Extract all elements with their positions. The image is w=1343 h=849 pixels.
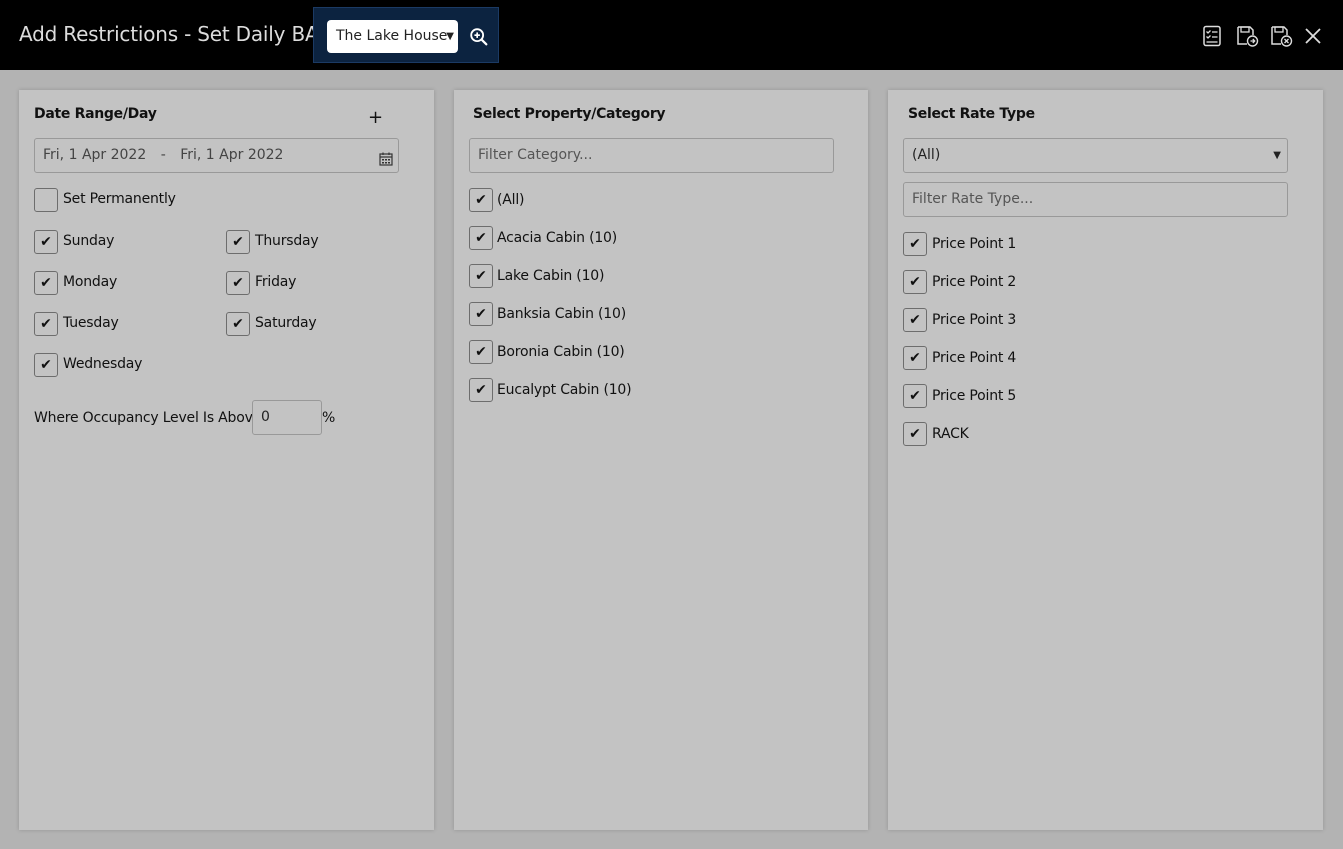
tuesday-checkbox[interactable]: ✔ (34, 312, 58, 336)
wednesday-label: Wednesday (63, 356, 143, 372)
date-range-title: Date Range/Day (34, 106, 157, 122)
thursday-checkbox[interactable]: ✔ (226, 230, 250, 254)
category-item-label: Banksia Cabin (10) (497, 306, 626, 322)
set-permanently-label: Set Permanently (63, 191, 176, 207)
category-title: Select Property/Category (473, 106, 666, 122)
rate-type-select-value: (All) (912, 147, 941, 163)
category-item-label: Boronia Cabin (10) (497, 344, 625, 360)
save-close-icon[interactable] (1269, 24, 1293, 48)
date-from: Fri, 1 Apr 2022 (43, 147, 147, 163)
header-bar: Add Restrictions - Set Daily BAR The Lak… (0, 0, 1343, 70)
category-all-checkbox[interactable]: ✔ (469, 188, 493, 212)
checklist-icon[interactable] (1200, 24, 1224, 48)
property-selector-box: The Lake House ▼ (313, 7, 499, 63)
chevron-down-icon: ▼ (446, 31, 454, 42)
category-item-label: (All) (497, 192, 525, 208)
rate-price-point-3-checkbox[interactable]: ✔ (903, 308, 927, 332)
search-plus-icon[interactable] (468, 26, 490, 48)
monday-label: Monday (63, 274, 118, 290)
rate-item-label: Price Point 5 (932, 388, 1017, 404)
date-to: Fri, 1 Apr 2022 (180, 147, 284, 163)
date-separator: - (160, 147, 166, 163)
rate-item-label: RACK (932, 426, 969, 442)
save-forward-icon[interactable] (1235, 24, 1259, 48)
rate-rack-checkbox[interactable]: ✔ (903, 422, 927, 446)
add-date-range-button[interactable]: + (368, 108, 383, 128)
rate-price-point-4-checkbox[interactable]: ✔ (903, 346, 927, 370)
page-title: Add Restrictions - Set Daily BAR (19, 22, 333, 46)
rate-item-label: Price Point 1 (932, 236, 1017, 252)
close-icon[interactable] (1301, 24, 1325, 48)
saturday-checkbox[interactable]: ✔ (226, 312, 250, 336)
category-panel: Select Property/Category Filter Category… (454, 90, 868, 830)
category-item-label: Acacia Cabin (10) (497, 230, 618, 246)
category-lake-checkbox[interactable]: ✔ (469, 264, 493, 288)
rate-price-point-5-checkbox[interactable]: ✔ (903, 384, 927, 408)
date-range-panel: Date Range/Day + Fri, 1 Apr 2022 - Fri, … (19, 90, 434, 830)
saturday-label: Saturday (255, 315, 317, 331)
set-permanently-checkbox[interactable] (34, 188, 58, 212)
occupancy-label: Where Occupancy Level Is Above (34, 410, 262, 426)
property-select[interactable]: The Lake House ▼ (327, 20, 458, 53)
occupancy-input[interactable]: 0 (252, 400, 322, 435)
category-item-label: Lake Cabin (10) (497, 268, 605, 284)
category-filter-input[interactable]: Filter Category... (469, 138, 834, 173)
friday-checkbox[interactable]: ✔ (226, 271, 250, 295)
rate-type-select[interactable]: (All) ▼ (903, 138, 1288, 173)
date-range-field[interactable]: Fri, 1 Apr 2022 - Fri, 1 Apr 2022 (34, 138, 399, 173)
friday-label: Friday (255, 274, 297, 290)
calendar-icon[interactable] (378, 147, 394, 166)
category-eucalypt-checkbox[interactable]: ✔ (469, 378, 493, 402)
sunday-checkbox[interactable]: ✔ (34, 230, 58, 254)
chevron-down-icon: ▼ (1273, 150, 1281, 161)
category-banksia-checkbox[interactable]: ✔ (469, 302, 493, 326)
rate-price-point-1-checkbox[interactable]: ✔ (903, 232, 927, 256)
occupancy-unit: % (322, 410, 336, 426)
rate-item-label: Price Point 2 (932, 274, 1017, 290)
rate-item-label: Price Point 3 (932, 312, 1017, 328)
rate-type-title: Select Rate Type (908, 106, 1035, 122)
rate-type-panel: Select Rate Type (All) ▼ Filter Rate Typ… (888, 90, 1323, 830)
wednesday-checkbox[interactable]: ✔ (34, 353, 58, 377)
rate-item-label: Price Point 4 (932, 350, 1017, 366)
rate-price-point-2-checkbox[interactable]: ✔ (903, 270, 927, 294)
monday-checkbox[interactable]: ✔ (34, 271, 58, 295)
sunday-label: Sunday (63, 233, 115, 249)
tuesday-label: Tuesday (63, 315, 119, 331)
category-boronia-checkbox[interactable]: ✔ (469, 340, 493, 364)
rate-type-filter-input[interactable]: Filter Rate Type... (903, 182, 1288, 217)
category-acacia-checkbox[interactable]: ✔ (469, 226, 493, 250)
thursday-label: Thursday (255, 233, 319, 249)
property-select-value: The Lake House (336, 28, 448, 44)
category-item-label: Eucalypt Cabin (10) (497, 382, 632, 398)
